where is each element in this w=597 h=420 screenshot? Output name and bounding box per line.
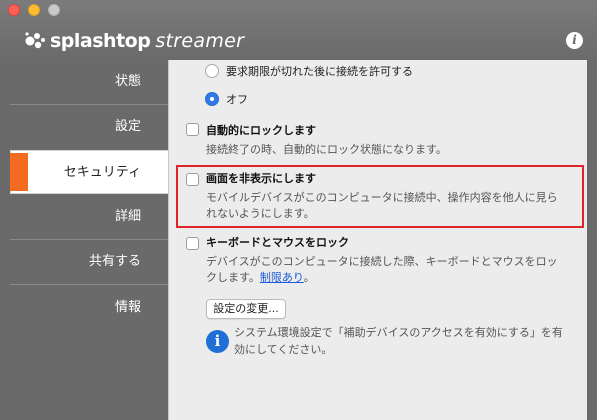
radio-button-selected[interactable]: [205, 92, 219, 106]
sidebar-item-share[interactable]: 共有する: [10, 240, 168, 284]
sidebar-item-settings[interactable]: 設定: [10, 105, 168, 149]
product-name: streamer: [155, 30, 245, 52]
auto-lock-title: 自動的にロックします: [206, 124, 316, 137]
sidebar-item-label: 共有する: [88, 254, 141, 269]
info-icon[interactable]: i: [566, 32, 583, 49]
accessibility-note-line-2: 効にしてください。: [234, 343, 333, 356]
lock-keyboard-mouse-description-line-2: クします。制限あり。: [206, 269, 315, 287]
info-icon: i: [206, 330, 229, 353]
sidebar-item-label: 情報: [114, 300, 141, 315]
lock-keyboard-mouse-title: キーボードとマウスをロック: [206, 236, 349, 249]
sidebar-item-details[interactable]: 詳細: [10, 195, 168, 239]
app-logo: splashtop streamer: [24, 30, 244, 52]
hide-screen-description-line-2: れないようにします。: [206, 207, 315, 220]
description-text: クします。: [206, 271, 260, 284]
sidebar-item-label: 状態: [114, 74, 141, 89]
sidebar: 状態 設定 セキュリティ 詳細 共有する 情報: [0, 60, 168, 420]
hide-screen-checkbox[interactable]: [186, 173, 199, 186]
close-window-button[interactable]: [8, 4, 20, 16]
sidebar-item-status[interactable]: 状態: [10, 60, 168, 104]
radio-allow-after-expired[interactable]: 要求期限が切れた後に接続を許可する: [205, 63, 413, 79]
sidebar-item-label: セキュリティ: [63, 165, 141, 180]
sidebar-item-security[interactable]: セキュリティ: [10, 150, 168, 194]
accessibility-note-line-1: システム環境設定で「補助デバイスのアクセスを有効にする」を有: [234, 326, 563, 339]
radio-off[interactable]: オフ: [205, 91, 248, 107]
lock-keyboard-mouse-checkbox[interactable]: [186, 237, 199, 250]
divider: [10, 284, 168, 285]
radio-label: オフ: [226, 93, 248, 106]
main-window: splashtop streamer i 状態 設定 セキュリティ 詳細 共有す…: [0, 0, 597, 420]
title-bar: [0, 0, 597, 20]
hide-screen-title: 画面を非表示にします: [206, 172, 316, 185]
auto-lock-description: 接続終了の時、自動的にロック状態になります。: [206, 143, 447, 156]
sidebar-item-about[interactable]: 情報: [10, 286, 168, 330]
description-text: 。: [303, 271, 315, 284]
zoom-window-button[interactable]: [48, 4, 60, 16]
sidebar-item-label: 設定: [114, 119, 141, 134]
radio-button[interactable]: [205, 64, 219, 78]
auto-lock-checkbox[interactable]: [186, 123, 199, 136]
splash-logo-icon: [25, 32, 45, 49]
radio-label: 要求期限が切れた後に接続を許可する: [226, 65, 413, 78]
sidebar-item-label: 詳細: [114, 209, 141, 224]
brand-name: splashtop: [50, 30, 151, 52]
minimize-window-button[interactable]: [28, 4, 40, 16]
active-indicator: [10, 153, 28, 191]
restrictions-link[interactable]: 制限あり: [260, 271, 304, 284]
change-settings-button[interactable]: 設定の変更...: [206, 299, 286, 319]
